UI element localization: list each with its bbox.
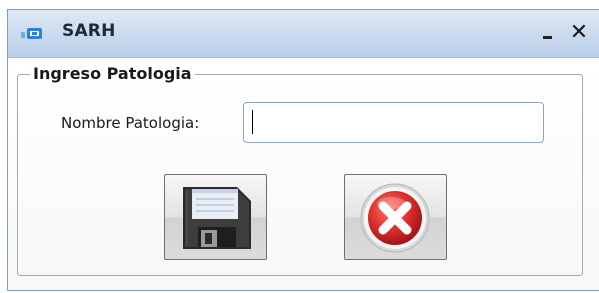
window-title: SARH [62, 21, 116, 41]
groupbox-title: Ingreso Patologia [30, 64, 195, 83]
floppy-disk-icon [183, 187, 251, 249]
title-bar[interactable]: SARH ✕ [8, 10, 599, 58]
nombre-patologia-label: Nombre Patologia: [61, 114, 200, 132]
red-x-circle-icon [360, 183, 430, 253]
minimize-icon [543, 36, 552, 39]
app-window-icon [21, 28, 42, 39]
nombre-patologia-input[interactable] [243, 102, 544, 143]
cancel-button[interactable] [344, 174, 447, 260]
save-button[interactable] [164, 174, 267, 260]
close-button[interactable]: ✕ [566, 20, 592, 46]
text-caret [252, 110, 253, 134]
minimize-button[interactable] [538, 22, 558, 44]
